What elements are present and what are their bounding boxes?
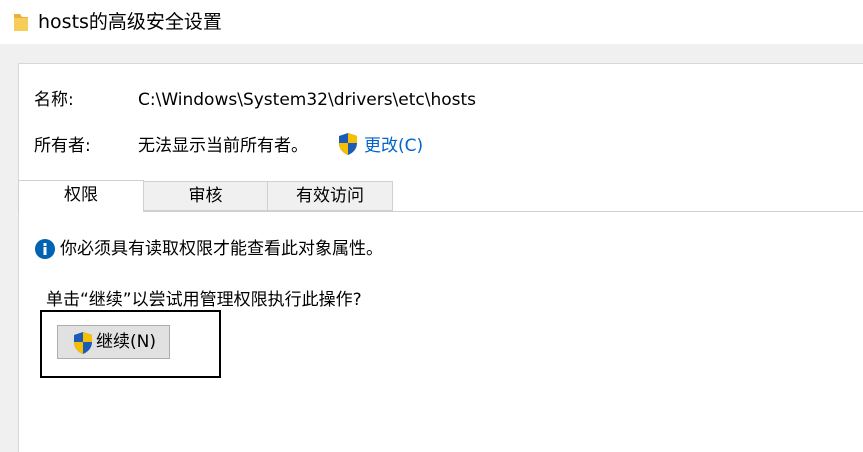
tab-effective-access[interactable]: 有效访问: [267, 181, 393, 211]
folder-icon: [14, 14, 28, 31]
uac-shield-icon: [74, 332, 92, 354]
info-icon: [35, 239, 55, 259]
name-label: 名称:: [34, 90, 74, 110]
owner-label: 所有者:: [34, 136, 91, 156]
uac-shield-icon: [339, 133, 357, 155]
window-title: hosts的高级安全设置: [38, 11, 222, 33]
change-owner-link[interactable]: 更改(C): [364, 135, 423, 157]
tab-auditing[interactable]: 审核: [143, 181, 268, 211]
owner-value: 无法显示当前所有者。: [138, 136, 308, 156]
name-value: C:\Windows\System32\drivers\etc\hosts: [138, 90, 477, 110]
tab-divider: [124, 211, 863, 212]
continue-button[interactable]: 继续(N): [57, 325, 170, 359]
title-bar: hosts的高级安全设置: [0, 0, 863, 44]
info-message: 你必须具有读取权限才能查看此对象属性。: [60, 239, 383, 259]
elevation-prompt: 单击“继续”以尝试用管理权限执行此操作?: [46, 290, 362, 310]
continue-button-label: 继续(N): [96, 332, 156, 352]
tab-permissions[interactable]: 权限: [18, 180, 144, 212]
